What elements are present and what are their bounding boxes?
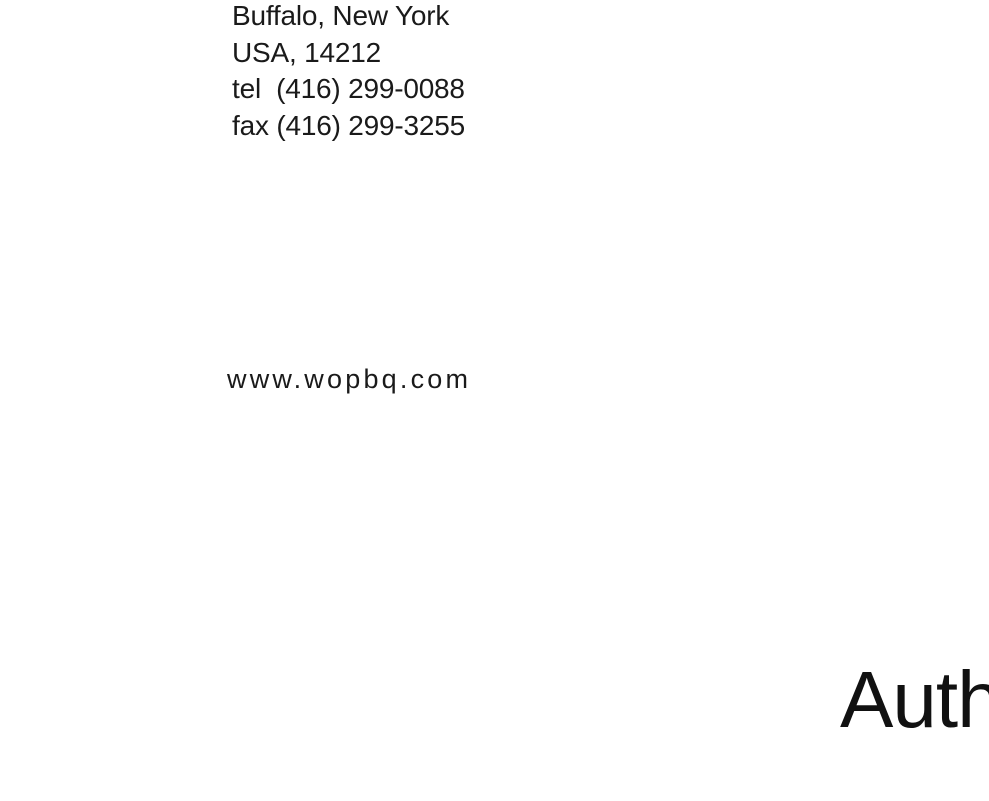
address-country-zip-line: USA, 14212 xyxy=(232,36,381,68)
telephone-line: tel (416) 299-0088 xyxy=(232,73,465,104)
fax-line: fax (416) 299-3255 xyxy=(232,109,466,141)
website-url: www.wopbq.com xyxy=(227,364,472,394)
address-city-line: Buffalo, New York xyxy=(232,0,450,31)
cropped-heading: Auth xyxy=(840,655,989,744)
contact-address-block: Buffalo, New York USA, 14212 tel (416) 2… xyxy=(232,0,465,144)
